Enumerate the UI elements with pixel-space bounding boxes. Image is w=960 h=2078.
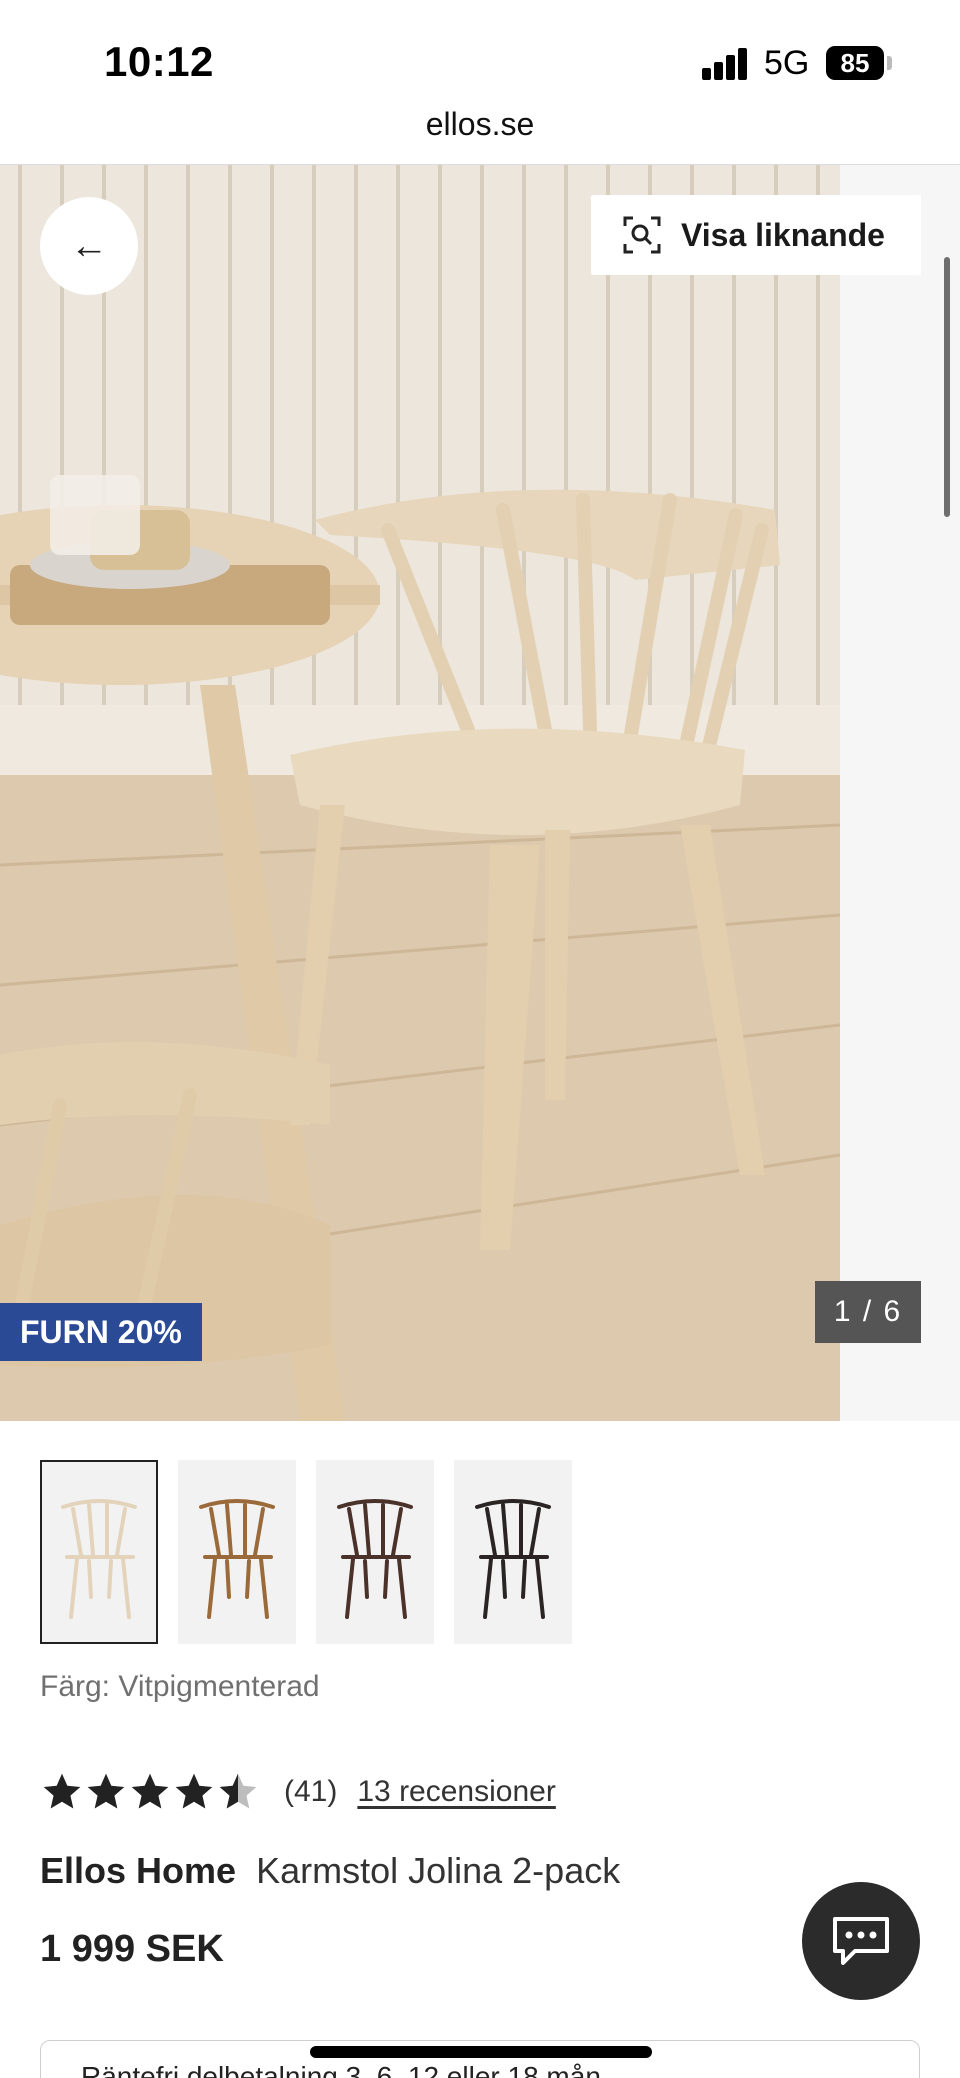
rating-row: (41) 13 recensioner [40,1770,556,1814]
show-similar-label: Visa liknande [681,216,885,253]
url-bar[interactable]: ellos.se [0,106,960,143]
status-time: 10:12 [104,38,214,85]
signal-icon [702,48,750,80]
chat-button[interactable] [802,1882,920,2000]
next-image-peek [840,165,960,1421]
thumbnail-color-3[interactable] [316,1460,434,1644]
rating-count: (41) [284,1775,338,1808]
visual-search-icon [623,216,661,254]
discount-badge: FURN 20% [0,1303,202,1361]
chair-thumbnail-image [337,1499,413,1619]
star-icon [43,1773,81,1809]
chair-thumbnail-image [475,1499,551,1619]
image-counter: 1 / 6 [815,1281,921,1343]
chair-thumbnail-image [61,1499,137,1619]
product-name: Karmstol Jolina 2-pack [256,1850,621,1891]
scroll-indicator [944,257,950,517]
chair-thumbnail-image [199,1499,275,1619]
home-indicator [310,2046,652,2058]
star-icon [175,1773,213,1809]
product-title: Ellos Home Karmstol Jolina 2-pack [40,1850,620,1892]
thumbnail-color-4[interactable] [454,1460,572,1644]
product-brand[interactable]: Ellos Home [40,1850,236,1891]
star-half-icon [219,1773,257,1809]
back-button[interactable]: ← [40,197,138,295]
network-label: 5G [764,44,810,82]
product-photo[interactable] [0,165,840,1421]
chat-bubble-icon [833,1917,889,1965]
show-similar-button[interactable]: Visa liknande [591,195,921,275]
selected-color-label: Färg: Vitpigmenterad [40,1670,320,1703]
arrow-left-icon: ← [70,225,108,267]
star-icon [87,1773,125,1809]
payment-info-text: Räntefri delbetalning 3, 6, 12 eller 18 … [81,2061,601,2078]
product-price: 1 999 SEK [40,1928,224,1970]
thumbnail-color-2[interactable] [178,1460,296,1644]
battery-icon: 85 [826,46,884,80]
reviews-link[interactable]: 13 recensioner [357,1775,555,1809]
color-thumbnails [40,1460,592,1644]
battery-cap [887,56,892,70]
star-icon [131,1773,169,1809]
thumbnail-color-1[interactable] [40,1460,158,1644]
product-image-gallery[interactable]: ← Visa liknande FURN 20% 1 / 6 [0,165,960,1421]
star-rating [40,1770,260,1814]
status-bar: 10:12 5G 85 [0,0,960,108]
